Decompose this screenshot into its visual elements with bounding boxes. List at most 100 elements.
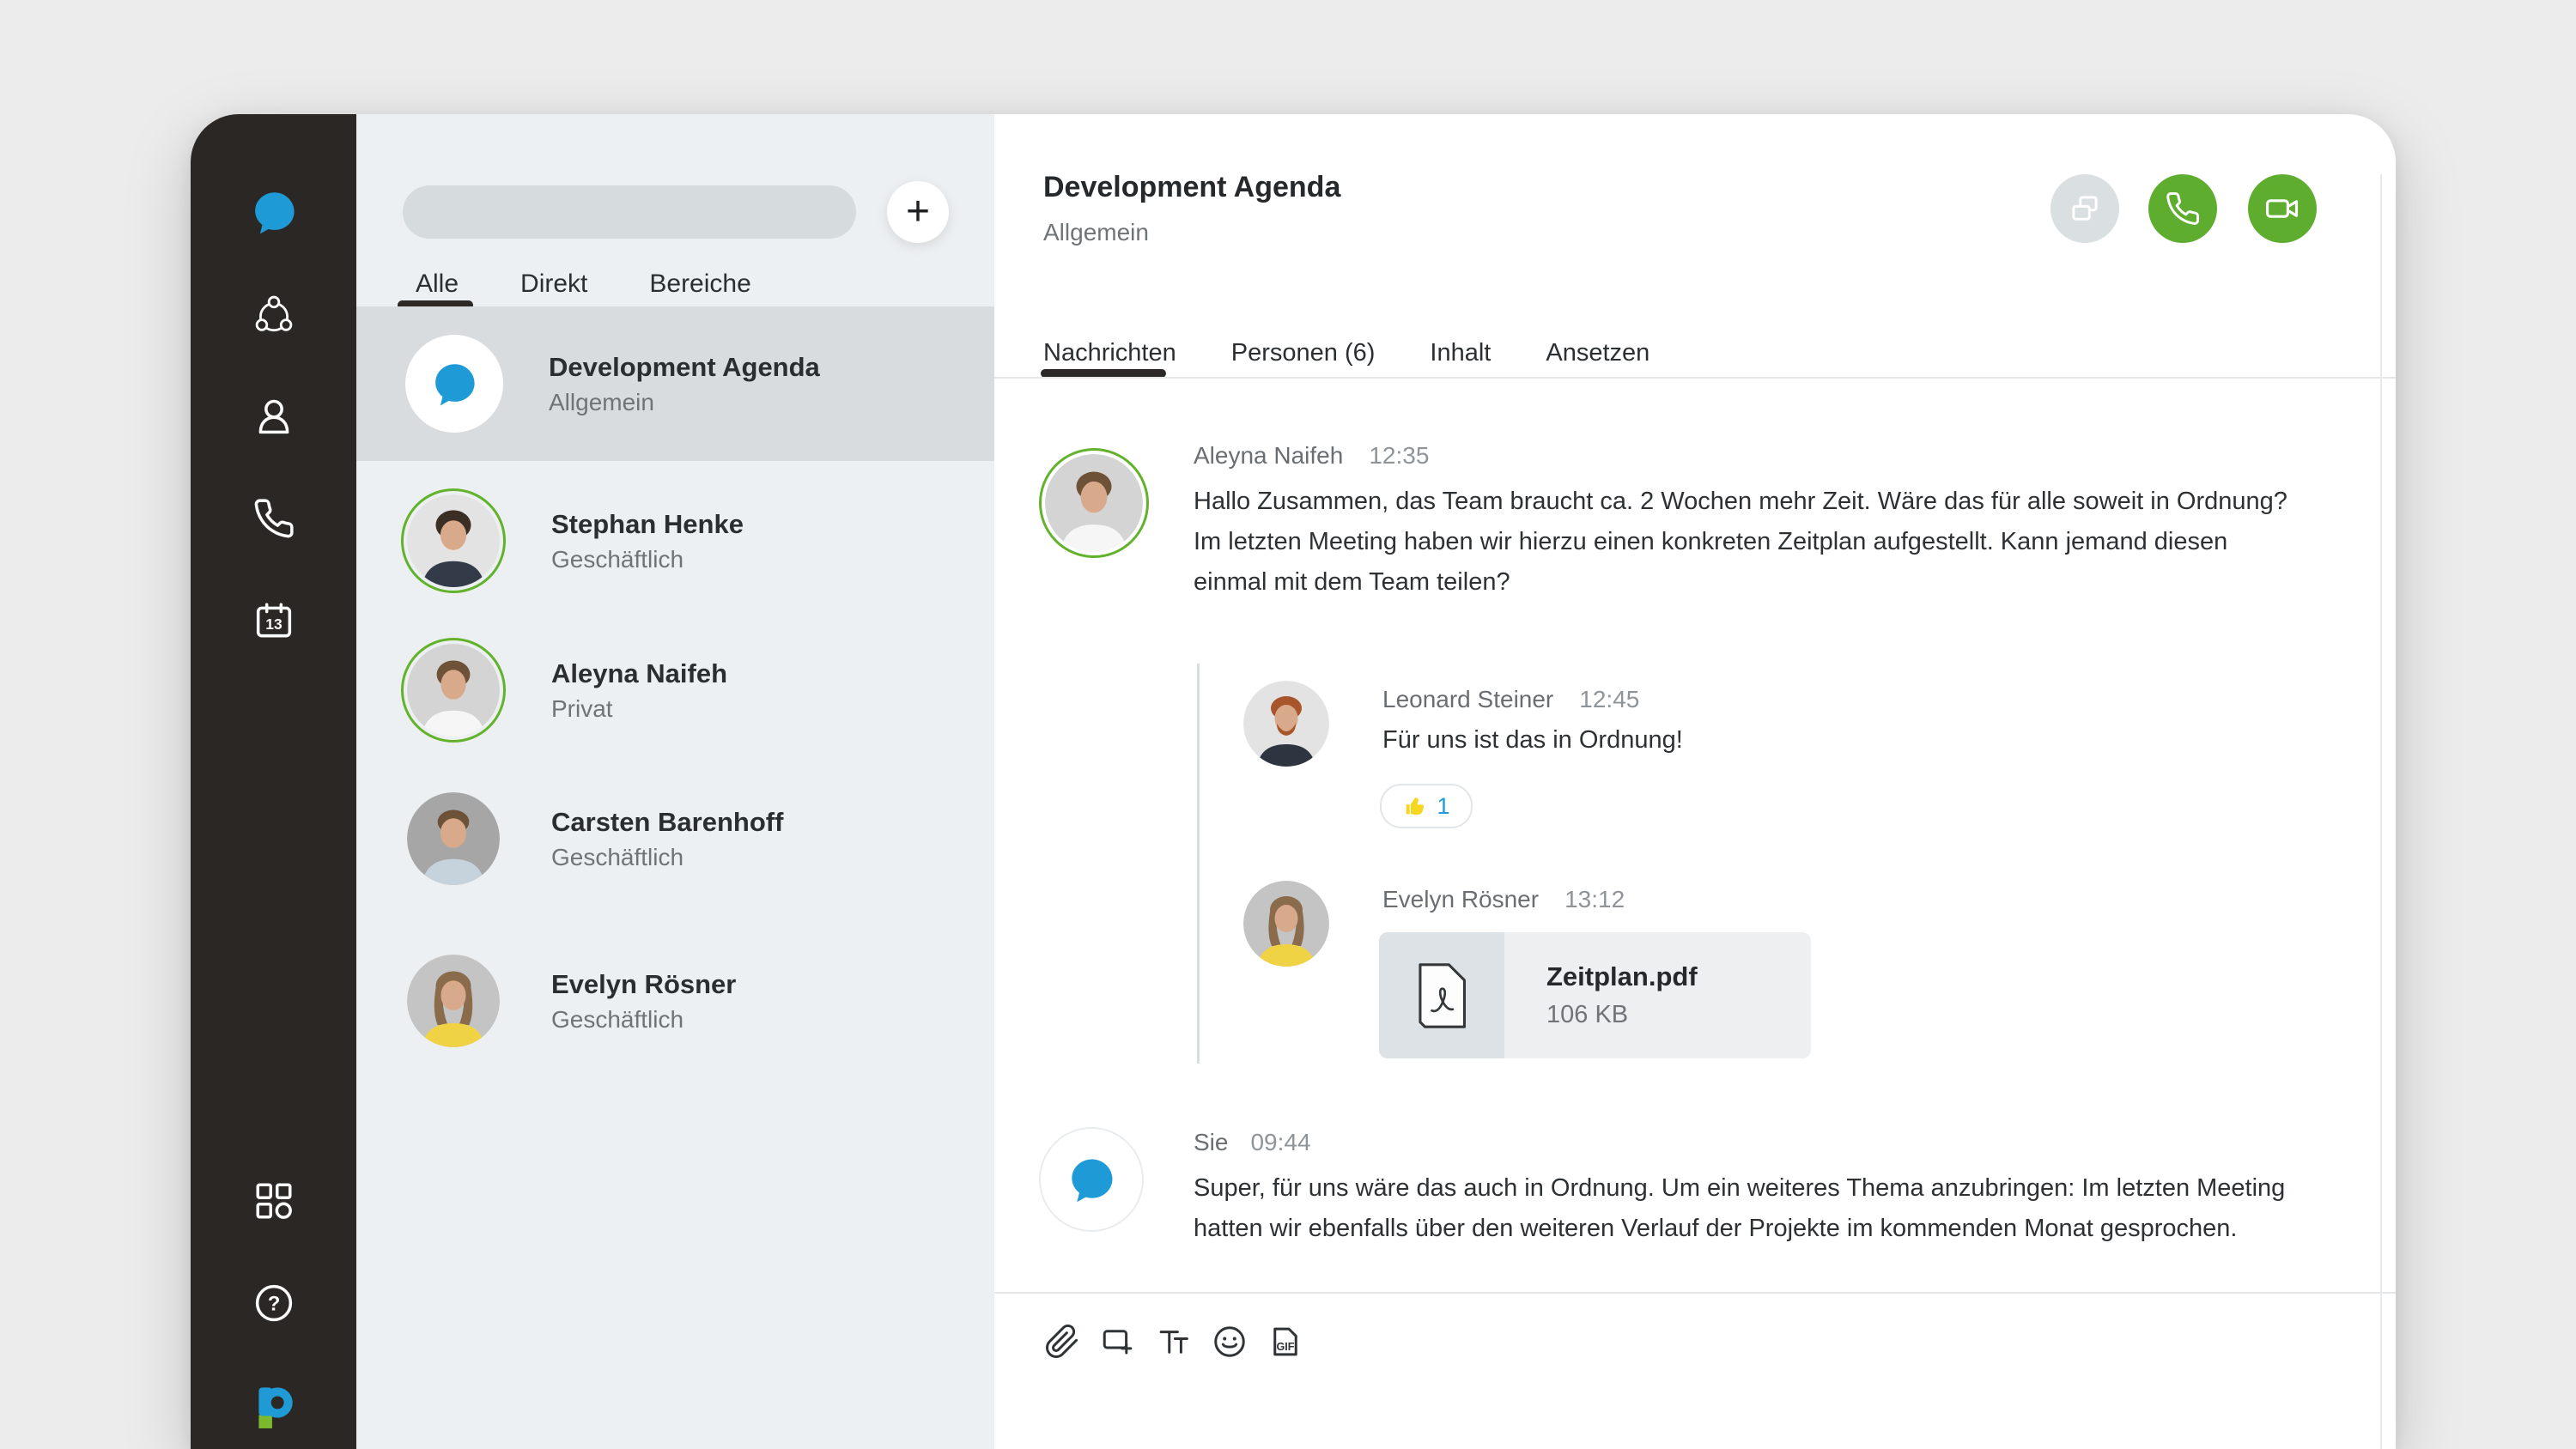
conversation-subtitle: Privat xyxy=(551,695,727,723)
avatar-online xyxy=(401,488,506,593)
screenshot-button[interactable] xyxy=(1099,1323,1137,1361)
conversation-subtitle: Geschäftlich xyxy=(551,844,783,871)
search-input[interactable] xyxy=(403,185,856,239)
gif-icon: GIF xyxy=(1267,1324,1303,1360)
message-meta: Leonard Steiner 12:45 xyxy=(1382,686,1639,713)
conversation-tabs: Nachrichten Personen (6) Inhalt Ansetzen xyxy=(1043,339,1649,367)
avatar-photo xyxy=(407,955,500,1047)
phone-icon xyxy=(2165,191,2201,227)
pdf-file-icon xyxy=(1415,962,1468,1029)
tab-inhalt[interactable]: Inhalt xyxy=(1430,339,1491,367)
message-avatar xyxy=(1039,448,1149,558)
avatar-photo xyxy=(1243,681,1329,767)
conversation-item-development-agenda[interactable]: Development Agenda Allgemein xyxy=(356,306,994,461)
tab-personen[interactable]: Personen (6) xyxy=(1231,339,1376,367)
conversation-title: Aleyna Naifeh xyxy=(551,658,727,689)
tab-alle[interactable]: Alle xyxy=(416,270,459,299)
placetel-logo-icon xyxy=(249,1379,299,1429)
composer-toolbar: GIF xyxy=(1043,1323,1304,1361)
avatar-photo xyxy=(407,644,500,737)
scrollbar-track[interactable] xyxy=(2380,174,2382,1449)
conversation-item-aleyna-naifeh[interactable]: Aleyna Naifeh Privat xyxy=(356,633,994,748)
message-time: 13:12 xyxy=(1564,886,1625,913)
thumbs-up-icon xyxy=(1402,793,1428,819)
person-icon xyxy=(252,395,295,438)
attachment-icon-panel xyxy=(1379,932,1504,1058)
conversation-subtitle: Allgemein xyxy=(549,389,820,416)
sidebar-item-profile[interactable] xyxy=(252,395,295,438)
paperclip-icon xyxy=(1044,1324,1080,1360)
sidebar-item-help[interactable]: ? xyxy=(252,1282,295,1325)
thread-line xyxy=(1197,664,1200,1064)
chat-bubble-icon xyxy=(1066,1155,1116,1204)
chat-list-tabs: Alle Direkt Bereiche xyxy=(416,270,751,299)
conversation-item-evelyn-roesner[interactable]: Evelyn Rösner Geschäftlich xyxy=(356,943,994,1058)
conversation-subtitle: Geschäftlich xyxy=(551,1006,736,1034)
text-format-button[interactable] xyxy=(1155,1323,1193,1361)
message-avatar xyxy=(1237,675,1335,773)
video-call-button[interactable] xyxy=(2248,174,2317,243)
help-glyph: ? xyxy=(267,1292,280,1315)
calendar-icon: 13 xyxy=(252,600,295,643)
attachment-card[interactable]: Zeitplan.pdf 106 KB xyxy=(1379,932,1811,1058)
conversation-title: Stephan Henke xyxy=(551,509,744,540)
avatar-online xyxy=(401,638,506,743)
message-text: Hallo Zusammen, das Team braucht ca. 2 W… xyxy=(1194,482,2396,603)
emoji-button[interactable] xyxy=(1211,1323,1249,1361)
avatar xyxy=(401,786,506,891)
message-avatar xyxy=(1039,1127,1144,1232)
message-author: Evelyn Rösner xyxy=(1382,886,1539,913)
attach-file-button[interactable] xyxy=(1043,1323,1081,1361)
help-icon: ? xyxy=(252,1282,295,1325)
team-icon xyxy=(252,294,295,336)
tab-nachrichten[interactable]: Nachrichten xyxy=(1043,339,1176,367)
screen-share-button[interactable] xyxy=(2050,174,2119,243)
attachment-info: Zeitplan.pdf 106 KB xyxy=(1504,932,1698,1058)
conversation-panel: Development Agenda Allgemein xyxy=(994,114,2396,1449)
sidebar-item-apps[interactable] xyxy=(252,1179,295,1222)
sidebar-item-contacts[interactable] xyxy=(252,294,295,336)
sidebar-item-calls[interactable] xyxy=(252,497,295,540)
message-time: 09:44 xyxy=(1250,1129,1310,1156)
tab-ansetzen[interactable]: Ansetzen xyxy=(1546,339,1649,367)
video-camera-icon xyxy=(2263,190,2301,227)
avatar-photo xyxy=(407,792,500,885)
tab-bereiche[interactable]: Bereiche xyxy=(649,270,750,299)
conversation-subtitle: Geschäftlich xyxy=(551,546,744,573)
sidebar-item-calendar[interactable]: 13 xyxy=(252,600,295,643)
message-time: 12:45 xyxy=(1579,686,1639,713)
sidebar-item-chat[interactable] xyxy=(250,188,298,236)
message-author: Sie xyxy=(1194,1129,1228,1156)
avatar-photo xyxy=(1243,881,1329,967)
message-time: 12:35 xyxy=(1369,442,1429,470)
brand-logo xyxy=(249,1379,299,1429)
overlap-squares-icon xyxy=(2067,191,2103,227)
apps-grid-icon xyxy=(252,1179,295,1222)
message-meta: Aleyna Naifeh 12:35 xyxy=(1194,442,1429,470)
message-text: Für uns ist das in Ordnung! xyxy=(1382,720,2396,761)
reaction-pill[interactable]: 1 xyxy=(1380,784,1473,828)
composer-divider xyxy=(994,1292,2396,1294)
page-title: Development Agenda xyxy=(1043,171,1340,204)
chat-list-panel: + Alle Direkt Bereiche Development Agend… xyxy=(356,114,994,1449)
desktop-background: 13 ? xyxy=(0,0,2576,1449)
phone-icon xyxy=(252,497,295,540)
chat-bubble-icon xyxy=(250,188,298,236)
attachment-filename: Zeitplan.pdf xyxy=(1546,961,1698,992)
add-chat-button[interactable]: + xyxy=(887,181,949,243)
call-button[interactable] xyxy=(2148,174,2217,243)
avatar-photo xyxy=(1045,454,1143,552)
app-window: 13 ? xyxy=(191,114,2396,1449)
gif-button[interactable]: GIF xyxy=(1267,1323,1304,1361)
plus-icon: + xyxy=(906,189,930,234)
tab-direkt[interactable]: Direkt xyxy=(520,270,587,299)
conversation-title: Evelyn Rösner xyxy=(551,969,736,1000)
nav-rail: 13 ? xyxy=(191,114,356,1449)
conversation-item-stephan-henke[interactable]: Stephan Henke Geschäftlich xyxy=(356,483,994,598)
message-meta: Sie 09:44 xyxy=(1194,1129,1311,1156)
conversation-title: Development Agenda xyxy=(549,352,820,383)
message-text: Super, für uns wäre das auch in Ordnung.… xyxy=(1194,1168,2396,1249)
conversation-item-carsten-barenhoff[interactable]: Carsten Barenhoff Geschäftlich xyxy=(356,781,994,896)
reaction-count: 1 xyxy=(1437,793,1449,820)
avatar xyxy=(405,335,503,433)
